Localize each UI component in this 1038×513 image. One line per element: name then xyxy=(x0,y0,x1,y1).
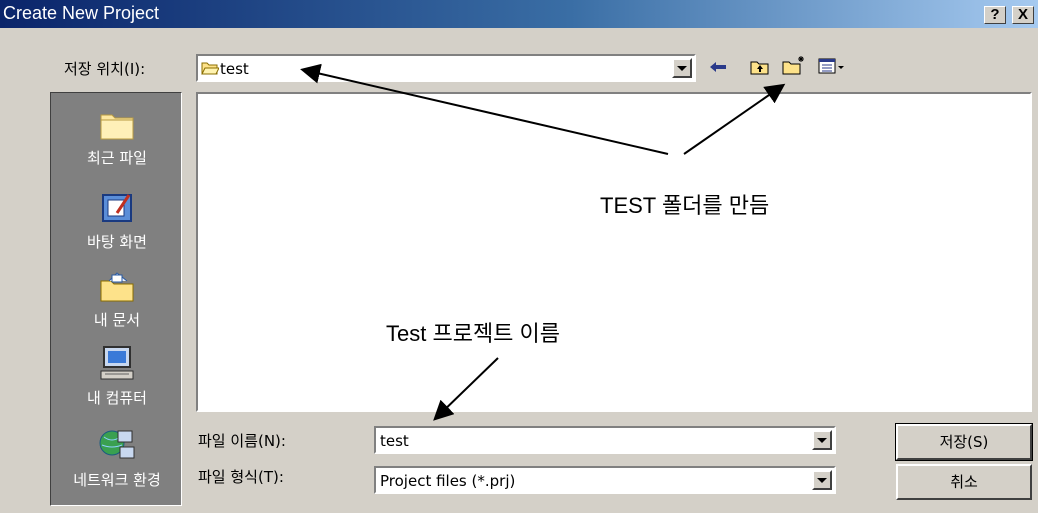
arrow-to-location xyxy=(300,63,669,155)
annotation-project-note: Test 프로젝트 이름 xyxy=(386,321,561,346)
annotation-arrows xyxy=(300,63,786,421)
annotation-folder-note: TEST 폴더를 만듬 xyxy=(600,193,770,218)
arrow-to-file-name xyxy=(433,357,499,421)
create-project-dialog: Create New Project ? X 저장 위치(I): test 최근… xyxy=(0,0,1038,513)
arrow-to-new-folder xyxy=(683,83,786,155)
